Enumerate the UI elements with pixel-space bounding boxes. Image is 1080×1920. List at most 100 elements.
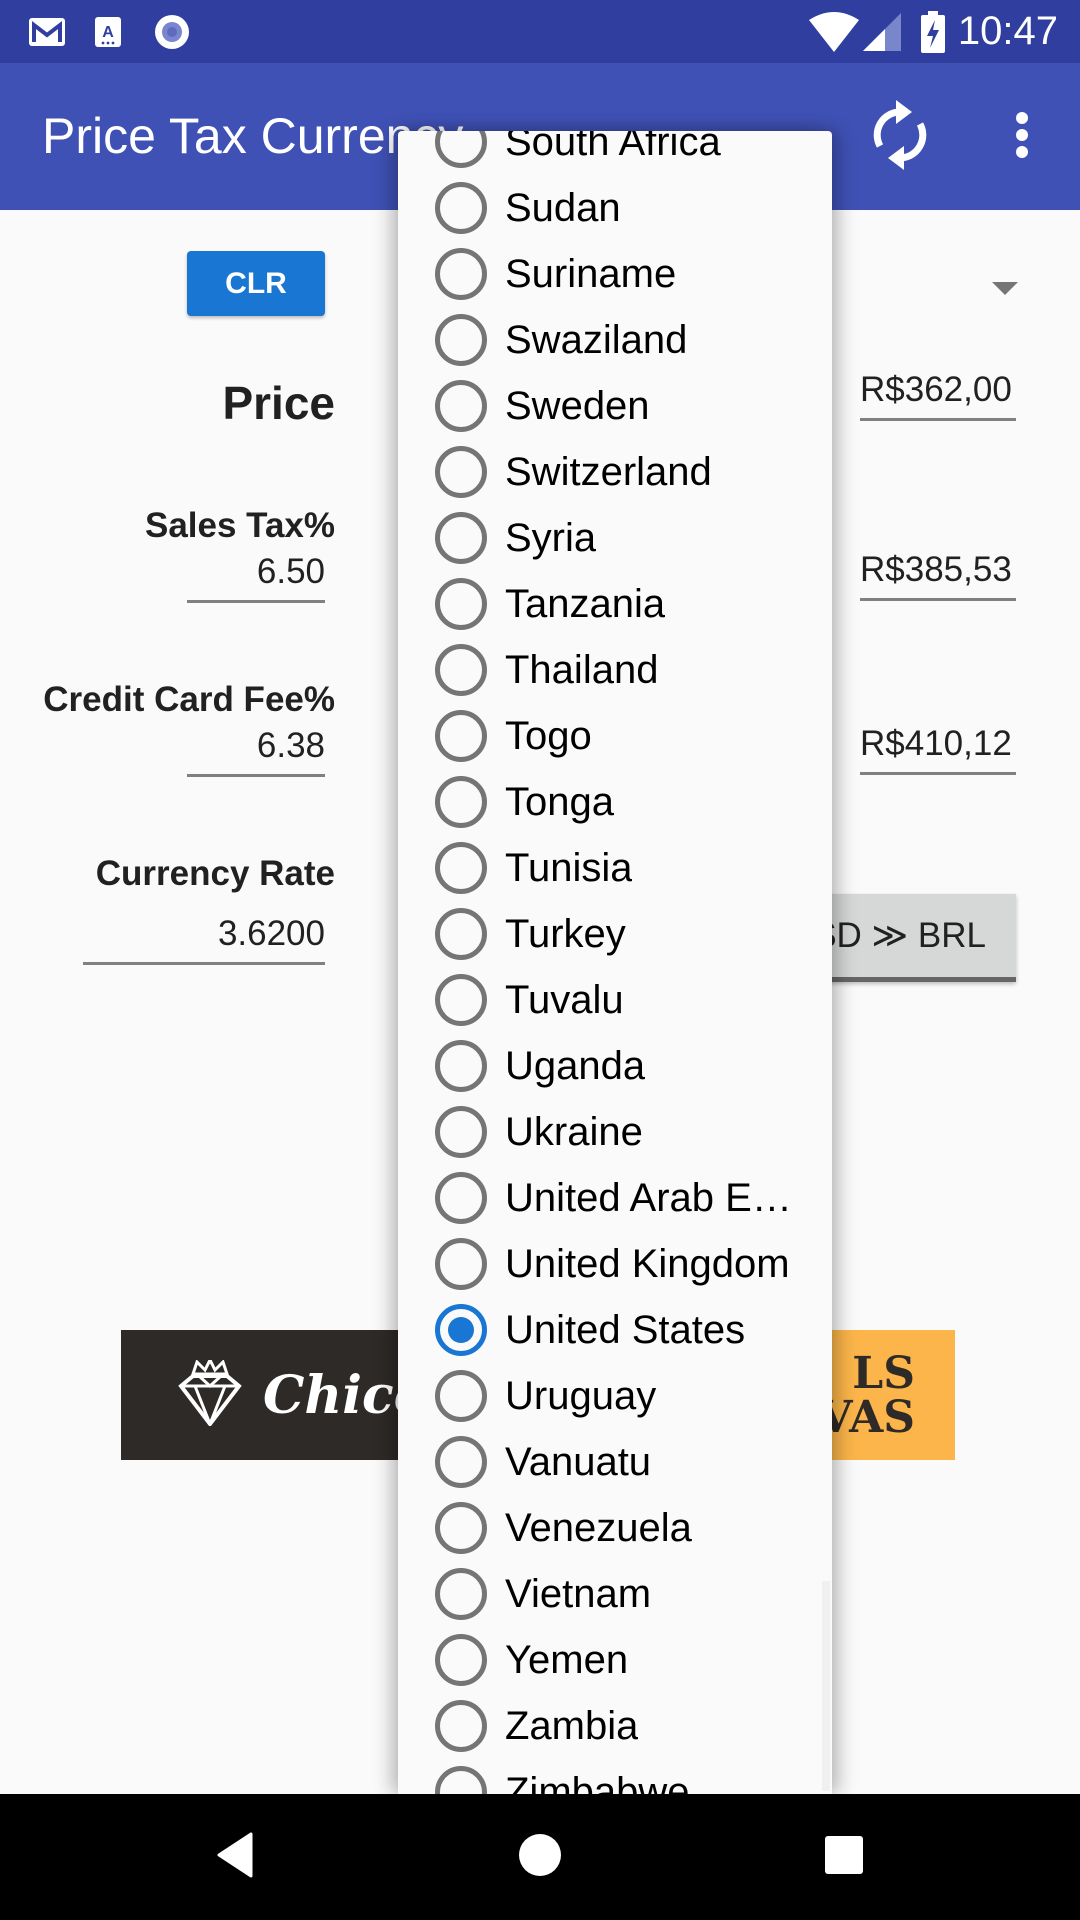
home-button[interactable] (510, 1827, 570, 1887)
recents-icon (824, 1835, 864, 1880)
country-option[interactable]: Zambia (398, 1693, 832, 1759)
radio-unchecked-icon[interactable] (435, 1370, 487, 1422)
radio-unchecked-icon[interactable] (435, 1106, 487, 1158)
country-option[interactable]: United Arab E… (398, 1165, 832, 1231)
price-label: Price (222, 377, 335, 429)
country-option[interactable]: Switzerland (398, 439, 832, 505)
sales-tax-input[interactable]: 6.50 (187, 552, 325, 603)
svg-text:A: A (102, 24, 114, 41)
more-vert-icon (1014, 111, 1030, 164)
country-option[interactable]: Zimbabwe (398, 1759, 832, 1794)
price-with-tax-result[interactable]: R$385,53 (860, 550, 1016, 601)
radio-unchecked-icon[interactable] (435, 710, 487, 762)
country-option[interactable]: Sweden (398, 373, 832, 439)
country-option-label: South Africa (505, 131, 721, 164)
country-option[interactable]: Swaziland (398, 307, 832, 373)
country-option-label: Venezuela (505, 1505, 692, 1550)
price-result[interactable]: R$362,00 (860, 370, 1016, 421)
recents-button[interactable] (814, 1827, 874, 1887)
radio-unchecked-icon[interactable] (435, 446, 487, 498)
radio-unchecked-icon[interactable] (435, 974, 487, 1026)
radio-unchecked-icon[interactable] (435, 380, 487, 432)
battery-charging-icon (918, 0, 948, 63)
country-option[interactable]: United Kingdom (398, 1231, 832, 1297)
radio-unchecked-icon[interactable] (435, 1700, 487, 1752)
radio-unchecked-icon[interactable] (435, 512, 487, 564)
radio-unchecked-icon[interactable] (435, 908, 487, 960)
clock: 10:47 (957, 9, 1058, 53)
font-app-icon: A (92, 0, 124, 63)
country-option-label: Zambia (505, 1703, 639, 1748)
country-list[interactable]: South Africa Sudan Suriname Swaziland Sweden… (398, 131, 832, 1794)
country-option[interactable]: Tuvalu (398, 967, 832, 1033)
country-option-label: United Kingdom (505, 1241, 790, 1286)
radio-unchecked-icon[interactable] (435, 1436, 487, 1488)
status-bar: A 10:47 (0, 0, 1080, 63)
country-option[interactable]: Venezuela (398, 1495, 832, 1561)
ad-left: Chico (175, 1356, 428, 1431)
credit-card-fee-input[interactable]: 6.38 (187, 726, 325, 777)
radio-unchecked-icon[interactable] (435, 182, 487, 234)
country-option[interactable]: Ukraine (398, 1099, 832, 1165)
dropdown-scrollbar[interactable] (822, 1581, 830, 1791)
radio-unchecked-icon[interactable] (435, 1766, 487, 1794)
radio-unchecked-icon[interactable] (435, 1502, 487, 1554)
country-option[interactable]: Uganda (398, 1033, 832, 1099)
country-option-label: Ukraine (505, 1109, 643, 1154)
currency-rate-label: Currency Rate (95, 854, 335, 893)
radio-unchecked-icon[interactable] (435, 1238, 487, 1290)
country-option-label: Tonga (505, 779, 614, 824)
country-option[interactable]: Vietnam (398, 1561, 832, 1627)
radio-unchecked-icon[interactable] (435, 314, 487, 366)
back-icon (215, 1832, 255, 1883)
country-option[interactable]: Vanuatu (398, 1429, 832, 1495)
radio-unchecked-icon[interactable] (435, 644, 487, 696)
radio-unchecked-icon[interactable] (435, 131, 487, 168)
country-dropdown-popup[interactable]: South Africa Sudan Suriname Swaziland Sweden… (398, 131, 832, 1794)
country-option-label: Uganda (505, 1043, 646, 1088)
sales-tax-label: Sales Tax% (144, 506, 335, 545)
country-option-label: Tuvalu (505, 977, 624, 1022)
country-option[interactable]: South Africa (398, 131, 832, 175)
country-option-label: Uruguay (505, 1373, 657, 1418)
price-with-fee-result[interactable]: R$410,12 (860, 724, 1016, 775)
country-option[interactable]: Yemen (398, 1627, 832, 1693)
radio-unchecked-icon[interactable] (435, 1172, 487, 1224)
country-option[interactable]: Suriname (398, 241, 832, 307)
country-option[interactable]: Thailand (398, 637, 832, 703)
country-option[interactable]: Tonga (398, 769, 832, 835)
country-option[interactable]: Tunisia (398, 835, 832, 901)
radio-checked-icon[interactable] (435, 1304, 487, 1356)
diamond-icon (175, 1356, 245, 1431)
country-option-label: Sweden (505, 383, 650, 428)
radio-unchecked-icon[interactable] (435, 1634, 487, 1686)
ad-right-line-1: LS (852, 1348, 915, 1399)
circle-app-icon (152, 0, 192, 63)
ad-right-text: LS VAS (818, 1352, 915, 1440)
radio-unchecked-icon[interactable] (435, 578, 487, 630)
currency-rate-input[interactable]: 3.6200 (83, 914, 325, 965)
country-option-label: Turkey (505, 911, 626, 956)
back-button[interactable] (205, 1827, 265, 1887)
country-option[interactable]: Uruguay (398, 1363, 832, 1429)
radio-unchecked-icon[interactable] (435, 248, 487, 300)
country-option[interactable]: Syria (398, 505, 832, 571)
country-option[interactable]: United States (398, 1297, 832, 1363)
credit-card-fee-label: Credit Card Fee% (43, 680, 335, 719)
country-option-label: Vietnam (505, 1571, 652, 1616)
country-option-label: Suriname (505, 251, 677, 296)
radio-unchecked-icon[interactable] (435, 776, 487, 828)
country-option[interactable]: Sudan (398, 175, 832, 241)
country-option[interactable]: Turkey (398, 901, 832, 967)
country-option-label: Tunisia (505, 845, 633, 890)
country-option-label: United Arab E… (505, 1175, 792, 1220)
country-option[interactable]: Tanzania (398, 571, 832, 637)
country-option-label: Vanuatu (505, 1439, 652, 1484)
radio-unchecked-icon[interactable] (435, 1040, 487, 1092)
clear-button[interactable]: CLR (187, 251, 325, 316)
overflow-menu-button[interactable] (984, 99, 1060, 175)
radio-unchecked-icon[interactable] (435, 1568, 487, 1620)
country-option[interactable]: Togo (398, 703, 832, 769)
refresh-button[interactable] (862, 99, 938, 175)
radio-unchecked-icon[interactable] (435, 842, 487, 894)
